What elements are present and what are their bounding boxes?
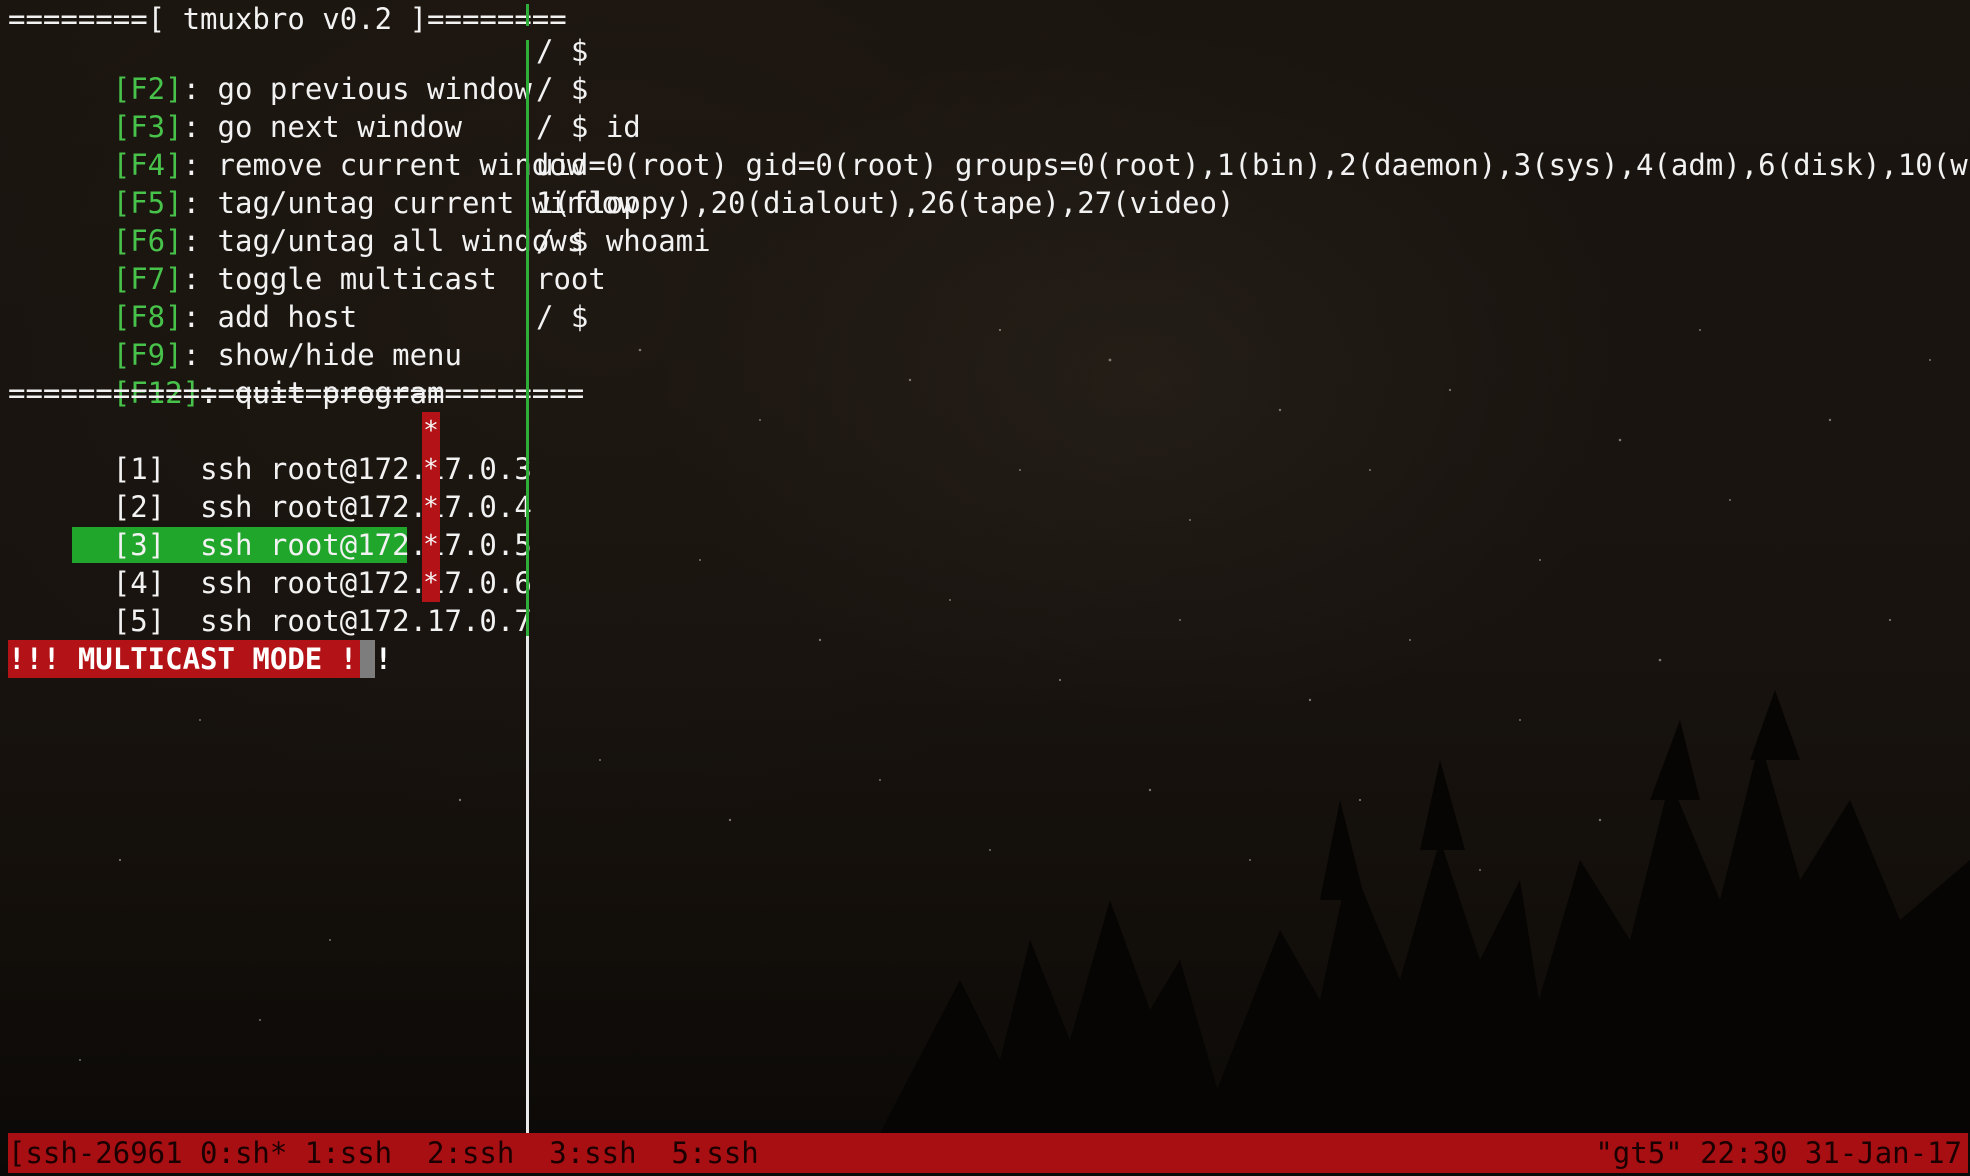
menu-item-next-window[interactable]: [F3]: go next window — [8, 70, 462, 144]
menu-item-show-hide-menu[interactable]: [F9]: show/hide menu — [8, 298, 462, 372]
pane-divider-segment[interactable] — [526, 4, 529, 26]
window-list[interactable]: [ssh-26961 0:sh* 1:ssh 2:ssh 3:ssh 5:ssh — [8, 1133, 759, 1173]
shell-line: / $ id — [536, 110, 641, 144]
host-list-item[interactable]: [5] ssh root@172.17.0.7 — [8, 564, 532, 638]
terminal-window[interactable]: ========[ tmuxbro v0.2 ]======== [F2]: g… — [0, 0, 1970, 1176]
shell-line: uid=0(root) gid=0(root) groups=0(root),1… — [536, 148, 1970, 182]
shell-prompt[interactable]: / $ — [536, 298, 588, 336]
tagged-marker: * — [422, 450, 440, 488]
pane-divider[interactable] — [526, 636, 529, 1133]
status-host-clock: "gt5" 22:30 31-Jan-17 — [1595, 1136, 1962, 1170]
shell-line: root — [536, 262, 606, 296]
menu-item-remove-window[interactable]: [F4]: remove current window — [8, 108, 584, 182]
host-list-item[interactable]: [2] ssh root@172.17.0.4 — [8, 450, 532, 524]
menu-separator: ================================= — [8, 376, 585, 410]
cursor-block — [360, 640, 375, 678]
tagged-marker: * — [422, 564, 440, 602]
shell-line: / $ — [536, 34, 589, 68]
menu-item-toggle-multicast[interactable]: [F7]: toggle multicast — [8, 222, 497, 296]
pane-divider-active[interactable] — [526, 40, 529, 636]
shell-line: / $ whoami — [536, 224, 711, 258]
host-index: [5] — [112, 604, 166, 638]
host-list-item[interactable]: [1] ssh root@172.17.0.3 — [8, 412, 532, 486]
shell-line: / $ — [536, 72, 589, 106]
host-list-item-selected[interactable]: [4] ssh root@172.17.0.6 — [8, 526, 532, 600]
tmux-status-bar[interactable]: [ssh-26961 0:sh* 1:ssh 2:ssh 3:ssh 5:ssh… — [8, 1133, 1968, 1173]
host-label: ssh root@172.17.0.7 — [200, 604, 532, 638]
menu-item-previous-window[interactable]: [F2]: go previous window — [8, 32, 532, 106]
menu-item-add-host[interactable]: [F8]: add host — [8, 260, 357, 334]
tagged-marker: * — [422, 488, 440, 526]
menu-item-tag-all[interactable]: [F6]: tag/untag all windows — [8, 184, 584, 258]
tagged-marker: * — [422, 412, 440, 450]
tagged-marker: * — [422, 526, 440, 564]
menu-item-quit[interactable]: [F12]: quit program — [8, 336, 445, 410]
shell-line: 1(floppy),20(dialout),26(tape),27(video) — [536, 186, 1235, 220]
host-list-item[interactable]: [3] ssh root@172.17.0.5 — [8, 488, 532, 562]
multicast-mode-banner: !!! MULTICAST MODE !!! — [8, 640, 393, 678]
